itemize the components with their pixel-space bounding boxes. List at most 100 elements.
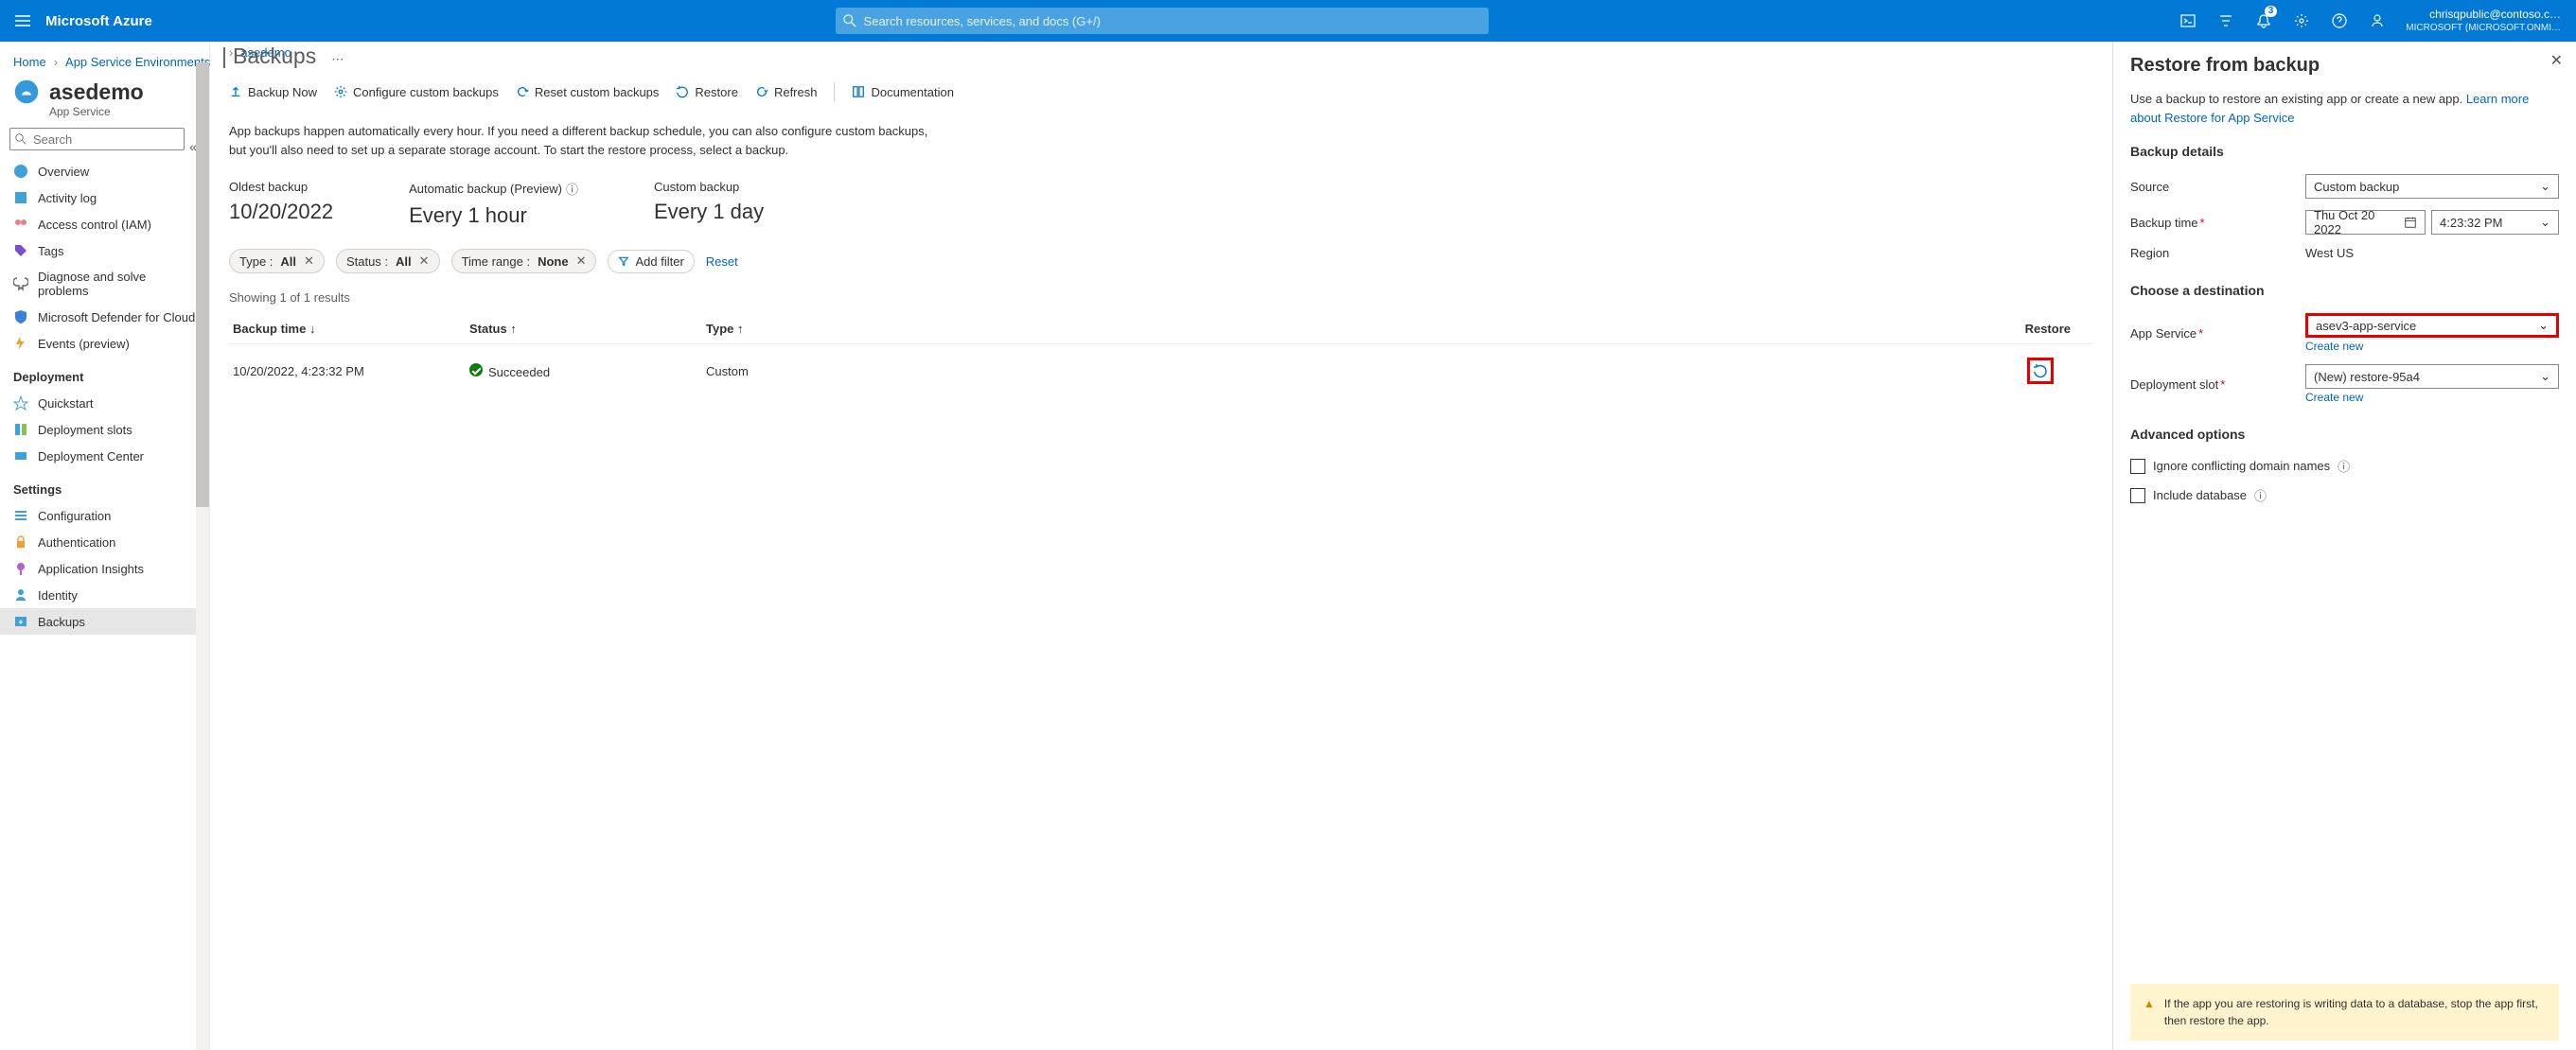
feedback-icon[interactable]: [2360, 2, 2394, 40]
page-service-label: App Service: [0, 105, 209, 118]
row-restore-button[interactable]: [2027, 358, 2054, 384]
cell-status: Succeeded: [488, 365, 550, 379]
warning-icon: ▲: [2144, 995, 2155, 1029]
chevron-down-icon: ⌄: [2538, 318, 2549, 333]
filter-pill-timerange[interactable]: Time range : None✕: [451, 249, 597, 273]
filter-label: Type :: [239, 254, 273, 269]
filter-value: All: [396, 254, 412, 269]
sidebar-item-authentication[interactable]: Authentication: [0, 529, 209, 555]
sidebar-item-deployment-slots[interactable]: Deployment slots: [0, 416, 209, 443]
source-dropdown[interactable]: Custom backup⌄: [2305, 174, 2559, 199]
refresh-icon: [755, 85, 768, 98]
notifications-icon[interactable]: 3: [2247, 2, 2281, 40]
sidebar-item-quickstart[interactable]: Quickstart: [0, 390, 209, 416]
clear-filter-icon[interactable]: ✕: [304, 254, 314, 269]
tool-label: Documentation: [871, 85, 953, 99]
backup-date-picker[interactable]: Thu Oct 20 2022: [2305, 210, 2426, 235]
col-header-type[interactable]: Type ↑: [706, 322, 943, 336]
sidebar-item-label: Configuration: [38, 509, 111, 523]
info-icon[interactable]: ⓘ: [2254, 486, 2267, 504]
sidebar-item-label: Authentication: [38, 535, 115, 550]
backup-time-dropdown[interactable]: 4:23:32 PM⌄: [2431, 210, 2559, 235]
sidebar-item-defender[interactable]: Microsoft Defender for Cloud: [0, 304, 209, 330]
upload-icon: [229, 85, 242, 98]
clear-filter-icon[interactable]: ✕: [576, 254, 587, 269]
sidebar-item-backups[interactable]: Backups: [0, 608, 209, 635]
sidebar-heading-deployment: Deployment: [0, 357, 209, 390]
cloud-shell-icon[interactable]: [2171, 2, 2205, 40]
restore-icon: [676, 85, 689, 98]
sidebar-item-overview[interactable]: Overview: [0, 158, 209, 184]
sidebar-item-diagnose[interactable]: Diagnose and solve problems: [0, 264, 209, 304]
account-email: chrisqpublic@contoso.c…: [2406, 8, 2561, 23]
results-count: Showing 1 of 1 results: [229, 281, 2093, 314]
field-label-deployment-slot: Deployment slot: [2130, 377, 2218, 392]
dropdown-value: asev3-app-service: [2316, 319, 2416, 333]
filter-icon[interactable]: [2209, 2, 2243, 40]
close-panel-icon[interactable]: ✕: [2550, 51, 2563, 70]
cell-type: Custom: [706, 364, 943, 378]
reset-backups-button[interactable]: Reset custom backups: [516, 85, 660, 99]
documentation-link[interactable]: Documentation: [852, 85, 953, 99]
dropdown-value: (New) restore-95a4: [2314, 370, 2420, 384]
filter-pill-type[interactable]: Type : All✕: [229, 249, 325, 273]
filter-funnel-icon: [618, 255, 629, 267]
checkbox-label: Include database: [2153, 488, 2247, 502]
table-row[interactable]: 10/20/2022, 4:23:32 PM Succeeded Custom: [229, 344, 2093, 397]
account-tenant: MICROSOFT (MICROSOFT.ONMI…: [2406, 22, 2561, 34]
account-menu[interactable]: chrisqpublic@contoso.c… MICROSOFT (MICRO…: [2398, 8, 2568, 35]
checkbox-label: Ignore conflicting domain names: [2153, 459, 2330, 473]
restore-button[interactable]: Restore: [676, 85, 738, 99]
sidebar-item-tags[interactable]: Tags: [0, 237, 209, 264]
sidebar-item-iam[interactable]: Access control (IAM): [0, 211, 209, 237]
panel-description: Use a backup to restore an existing app …: [2130, 92, 2466, 106]
sidebar-item-events[interactable]: Events (preview): [0, 330, 209, 357]
include-database-checkbox[interactable]: Include database ⓘ: [2130, 481, 2559, 510]
help-icon[interactable]: [2322, 2, 2356, 40]
col-header-status[interactable]: Status ↑: [469, 322, 706, 336]
field-label-region: Region: [2130, 246, 2305, 260]
sidebar-item-label: Application Insights: [38, 562, 144, 576]
add-filter-button[interactable]: Add filter: [608, 250, 694, 273]
warning-text: If the app you are restoring is writing …: [2164, 995, 2546, 1029]
ignore-domains-checkbox[interactable]: Ignore conflicting domain names ⓘ: [2130, 451, 2559, 481]
hamburger-menu[interactable]: [8, 13, 38, 28]
filter-label: Status :: [346, 254, 388, 269]
section-destination: Choose a destination: [2130, 266, 2559, 307]
settings-icon[interactable]: [2285, 2, 2319, 40]
sidebar-heading-settings: Settings: [0, 469, 209, 502]
info-icon[interactable]: ⓘ: [2338, 457, 2350, 475]
filter-pill-status[interactable]: Status : All ✕: [336, 249, 440, 273]
sidebar-item-configuration[interactable]: Configuration: [0, 502, 209, 529]
clear-filter-icon[interactable]: ✕: [419, 254, 430, 269]
panel-title: Restore from backup: [2130, 51, 2559, 90]
chevron-down-icon: ⌄: [2540, 179, 2550, 194]
sidebar-item-deployment-center[interactable]: Deployment Center: [0, 443, 209, 469]
sidebar-scrollbar-thumb[interactable]: [196, 62, 209, 507]
configure-backups-button[interactable]: Configure custom backups: [334, 85, 499, 99]
sidebar-item-label: Backups: [38, 615, 85, 629]
app-service-icon: [13, 79, 40, 105]
create-new-link[interactable]: Create new: [2305, 391, 2559, 404]
sidebar-item-app-insights[interactable]: Application Insights: [0, 555, 209, 582]
info-icon[interactable]: ⓘ: [566, 180, 578, 198]
breadcrumb-l1[interactable]: App Service Environments: [65, 55, 210, 69]
deployment-slot-dropdown[interactable]: (New) restore-95a4⌄: [2305, 364, 2559, 389]
col-header-backup-time[interactable]: Backup time ↓: [233, 322, 469, 336]
sidebar-item-label: Quickstart: [38, 396, 94, 411]
sidebar-item-activity-log[interactable]: Activity log: [0, 184, 209, 211]
create-new-link[interactable]: Create new: [2305, 340, 2559, 353]
filter-value: None: [538, 254, 569, 269]
chevron-down-icon: ⌄: [2540, 215, 2550, 230]
backup-now-button[interactable]: Backup Now: [229, 85, 317, 99]
sidebar-item-label: Diagnose and solve problems: [38, 270, 196, 298]
sidebar-search-input[interactable]: [9, 128, 185, 150]
app-service-dropdown[interactable]: asev3-app-service ⌄: [2305, 313, 2559, 338]
global-search-input[interactable]: [836, 8, 1489, 34]
more-icon[interactable]: ⋯: [331, 52, 344, 67]
refresh-button[interactable]: Refresh: [755, 85, 818, 99]
sort-up-icon: ↑: [510, 322, 517, 336]
sidebar-item-identity[interactable]: Identity: [0, 582, 209, 608]
field-label-backup-time: Backup time: [2130, 216, 2198, 230]
reset-filters-link[interactable]: Reset: [706, 254, 738, 269]
